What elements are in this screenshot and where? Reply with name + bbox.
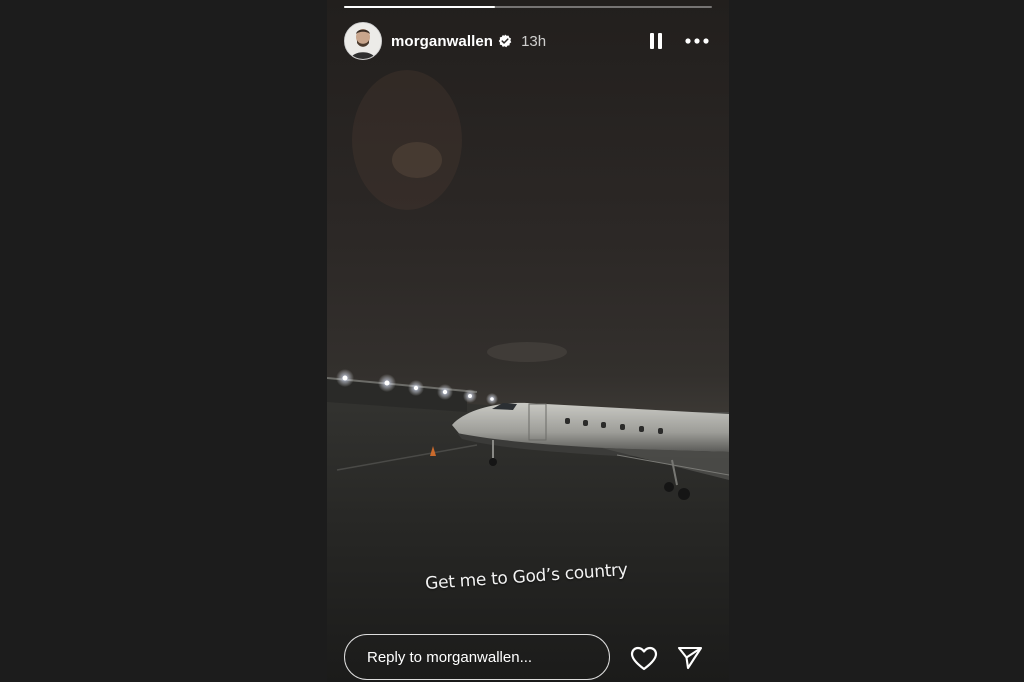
- share-button[interactable]: [673, 643, 707, 673]
- like-button[interactable]: [627, 643, 661, 673]
- avatar[interactable]: [344, 22, 382, 60]
- verified-badge-icon: [498, 34, 512, 48]
- more-options-button[interactable]: [682, 27, 712, 55]
- username[interactable]: morganwallen: [391, 33, 493, 50]
- pause-button[interactable]: [642, 27, 670, 55]
- send-paper-plane-icon: [677, 646, 703, 670]
- post-time: 13h: [521, 32, 547, 50]
- pause-icon: [650, 33, 662, 49]
- story-progress-bar: [344, 6, 712, 8]
- reply-placeholder: Reply to morganwallen...: [367, 648, 533, 666]
- heart-icon: [630, 646, 658, 670]
- story-progress-fill: [344, 6, 495, 8]
- reply-input[interactable]: Reply to morganwallen...: [344, 634, 610, 680]
- story-header: morganwallen 13h: [344, 22, 712, 60]
- story-viewer[interactable]: morganwallen 13h Get me to God’s country…: [327, 0, 729, 682]
- more-horizontal-icon: [685, 38, 709, 44]
